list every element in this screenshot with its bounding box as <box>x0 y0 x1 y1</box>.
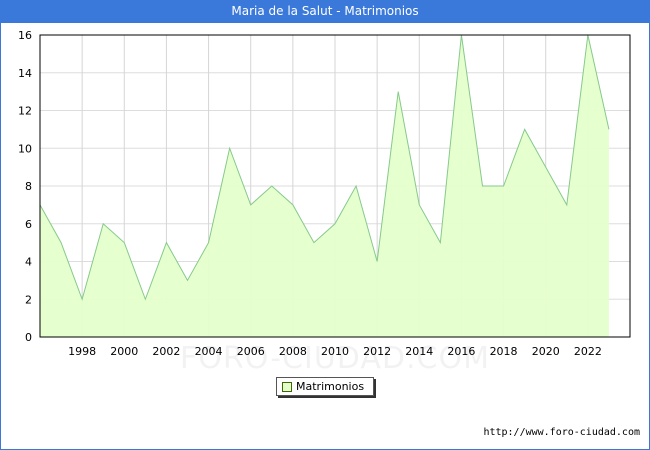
x-tick-label: 2022 <box>574 345 602 358</box>
x-tick-label: 2016 <box>447 345 475 358</box>
y-tick-label: 8 <box>25 180 32 193</box>
x-tick-label: 2002 <box>152 345 180 358</box>
data-point <box>123 241 126 244</box>
data-point <box>186 279 189 282</box>
data-point <box>334 222 337 225</box>
legend-swatch <box>282 382 292 392</box>
data-point <box>607 128 610 131</box>
data-point <box>60 241 63 244</box>
source-url: http://www.foro-ciudad.com <box>483 427 640 438</box>
x-tick-label: 2014 <box>405 345 433 358</box>
data-point <box>502 185 505 188</box>
x-tick-label: 2004 <box>195 345 223 358</box>
data-point <box>544 166 547 169</box>
data-point <box>312 241 315 244</box>
y-tick-label: 12 <box>18 105 32 118</box>
data-point <box>228 147 231 150</box>
data-point <box>291 203 294 206</box>
data-point <box>355 185 358 188</box>
x-tick-label: 2020 <box>532 345 560 358</box>
x-tick-label: 2012 <box>363 345 391 358</box>
x-tick-label: 2010 <box>321 345 349 358</box>
data-point <box>270 185 273 188</box>
data-point <box>249 203 252 206</box>
data-point <box>81 298 84 301</box>
x-tick-label: 2000 <box>110 345 138 358</box>
data-point <box>397 90 400 93</box>
x-tick-label: 2018 <box>490 345 518 358</box>
y-tick-label: 16 <box>18 29 32 42</box>
data-point <box>481 185 484 188</box>
y-tick-label: 0 <box>25 331 32 344</box>
y-tick-label: 4 <box>25 256 32 269</box>
y-tick-label: 10 <box>18 142 32 155</box>
data-point <box>523 128 526 131</box>
x-tick-label: 2008 <box>279 345 307 358</box>
y-tick-label: 2 <box>25 293 32 306</box>
x-tick-label: 2006 <box>237 345 265 358</box>
data-point <box>439 241 442 244</box>
data-point <box>376 260 379 263</box>
legend: Matrimonios <box>276 377 374 396</box>
legend-label: Matrimonios <box>296 380 365 393</box>
data-point <box>565 203 568 206</box>
y-tick-label: 14 <box>18 67 32 80</box>
data-point <box>102 222 105 225</box>
y-tick-label: 6 <box>25 218 32 231</box>
data-point <box>418 203 421 206</box>
data-point <box>144 298 147 301</box>
x-tick-label: 1998 <box>68 345 96 358</box>
data-point <box>207 241 210 244</box>
data-point <box>165 241 168 244</box>
